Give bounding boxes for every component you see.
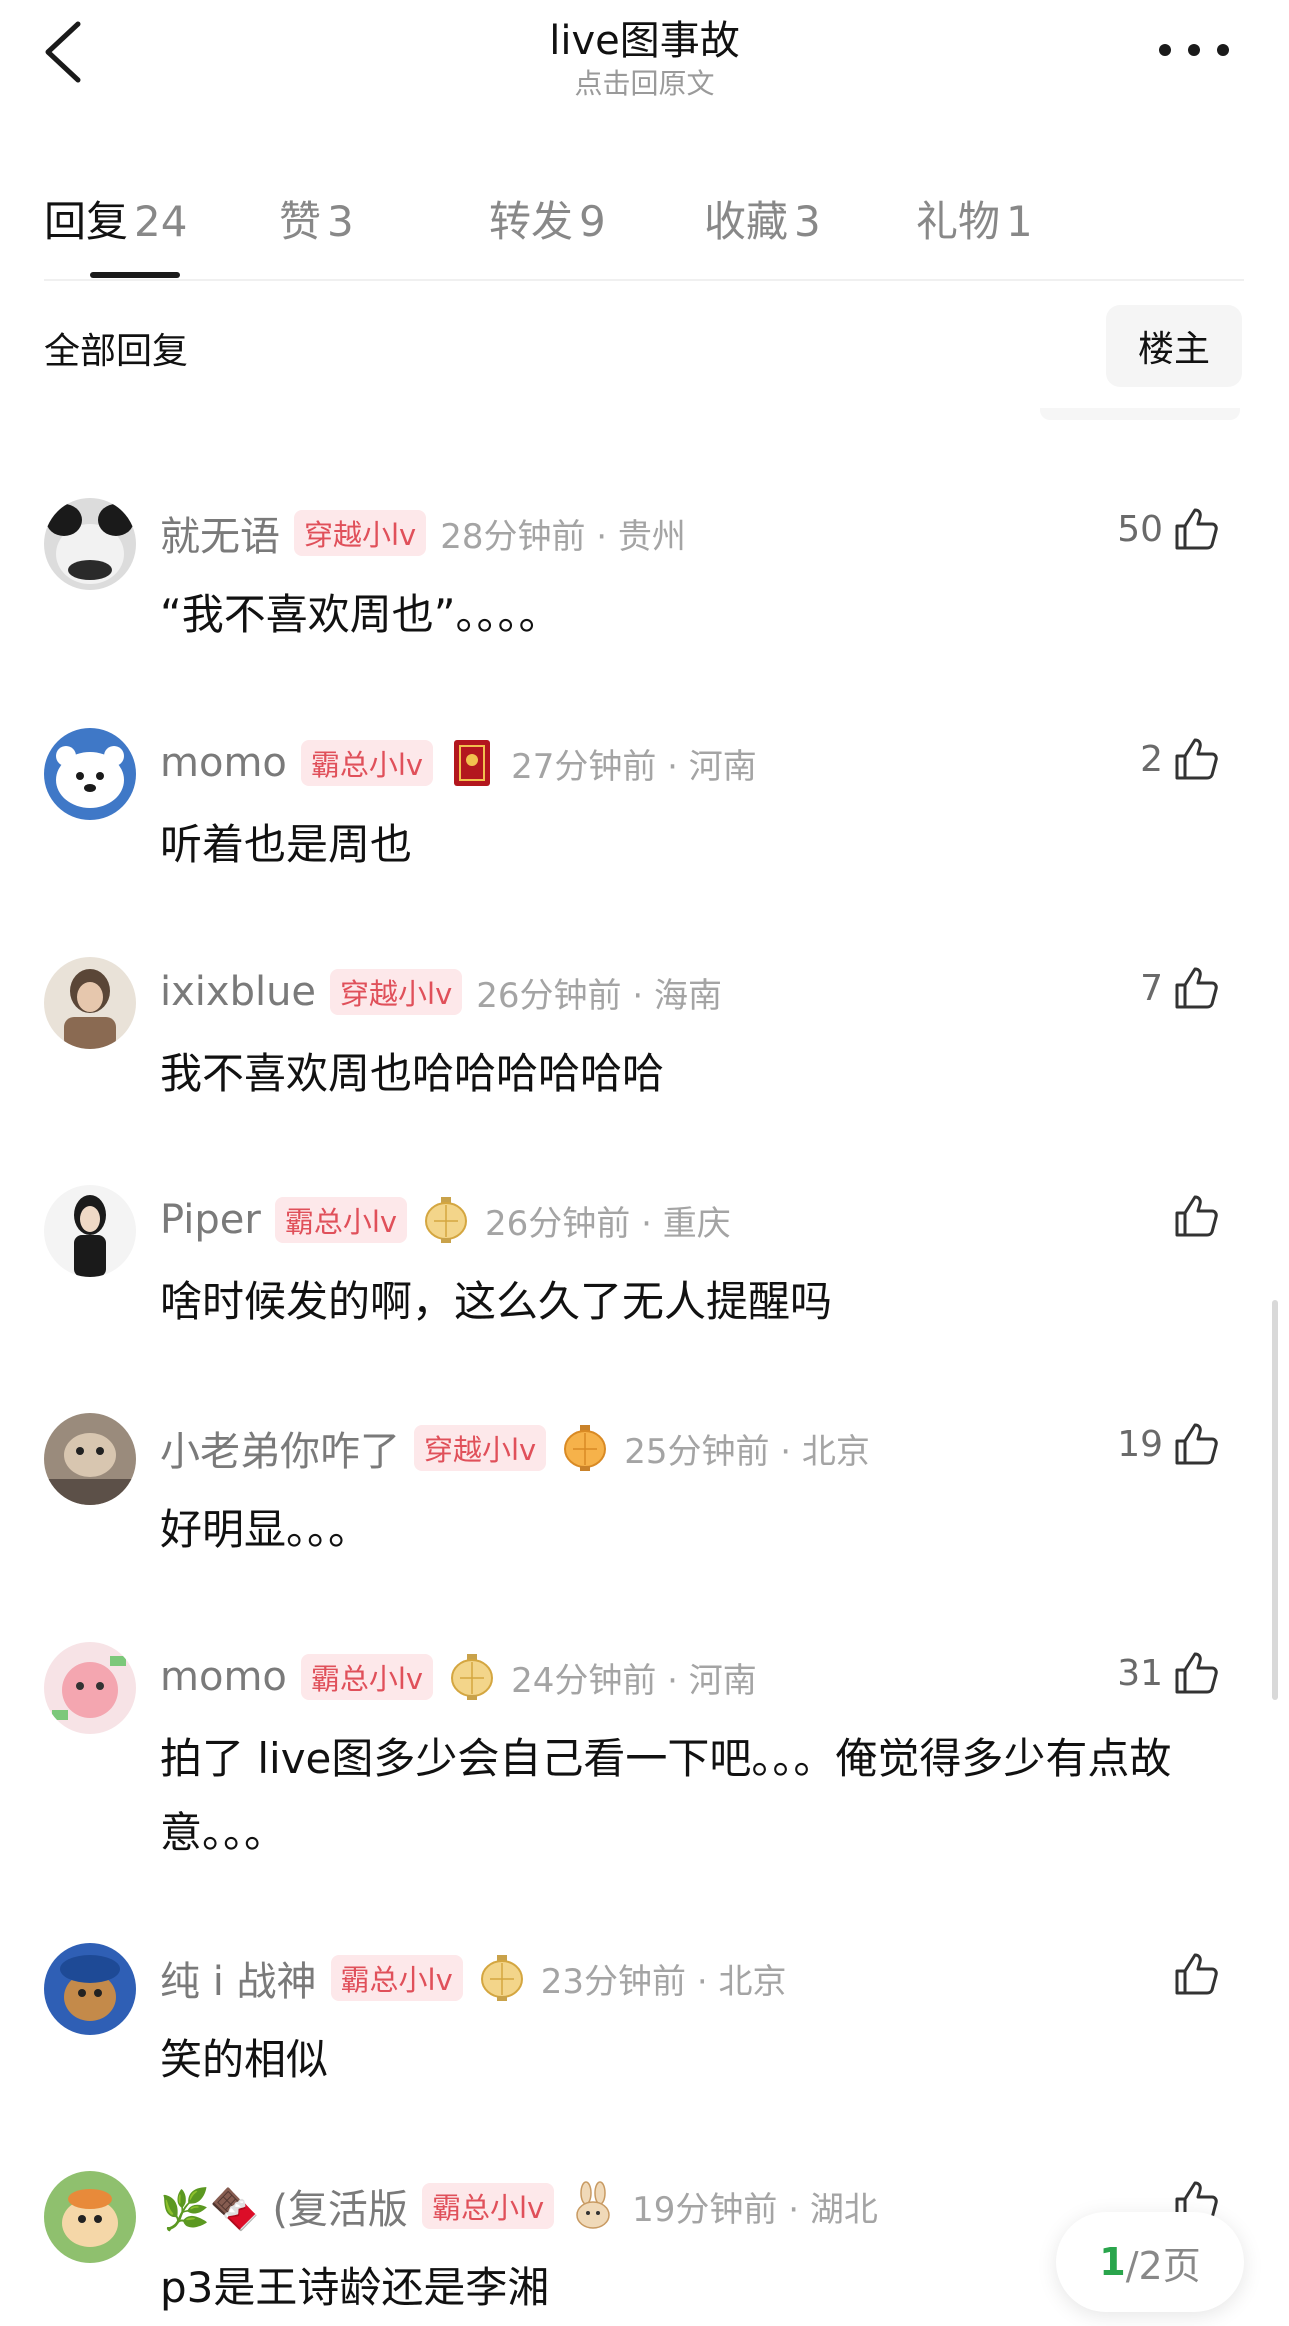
username[interactable]: momo [160,740,287,786]
thumbs-up-icon [1171,1419,1221,1469]
level-badge: 霸总小lv [421,2183,555,2229]
level-badge: 穿越小lv [330,969,463,1015]
tab-reposts[interactable]: 转发 9 [489,188,704,249]
username[interactable]: 小老弟你咋了 [160,1419,400,1477]
tab-favorites[interactable]: 收藏 3 [704,188,916,249]
tab-gifts[interactable]: 礼物 1 [916,188,1033,249]
like-count: 50 [1117,508,1163,550]
thumbs-up-icon [1171,1191,1221,1241]
like-count: 31 [1117,1652,1163,1694]
username[interactable]: Piper [160,1197,261,1243]
comment-text: 我不喜欢周也哈哈哈哈哈哈 [160,1049,665,1098]
divider [44,279,1244,281]
timestamp-location: 19分钟前 · 湖北 [632,2189,878,2230]
comment-text: 笑的相似 [160,2035,329,2084]
username[interactable]: 🌿🍫 (复活版 [160,2177,408,2235]
red-book-icon [447,738,497,788]
comment-text: 好明显。。。 [160,1505,371,1554]
avatar[interactable] [44,1943,136,2035]
lantern-icon [477,1953,527,2003]
like-button[interactable]: 2 [1140,728,1221,790]
timestamp-location: 23分钟前 · 北京 [540,1961,787,2002]
level-badge: 穿越小lv [294,510,427,556]
level-badge: 霸总小lv [300,740,434,786]
timestamp-location: 28分钟前 · 贵州 [440,516,686,557]
thumbs-up-icon [1171,1949,1221,1999]
tab-likes[interactable]: 赞3 [279,188,489,249]
avatar[interactable] [44,1642,136,1734]
scrollbar[interactable] [1272,1300,1278,1700]
comment-text: “我不喜欢周也”。。。。 [160,590,561,639]
avatar[interactable] [44,498,136,590]
username[interactable]: momo [160,1654,287,1700]
timestamp-location: 26分钟前 · 海南 [476,975,722,1016]
thumbs-up-icon [1171,734,1221,784]
total-pages: /2页 [1125,2243,1201,2288]
page-indicator[interactable]: 1/2页 [1056,2212,1244,2312]
timestamp-location: 27分钟前 · 河南 [511,746,757,787]
like-button[interactable]: 50 [1117,498,1221,560]
timestamp-location: 24分钟前 · 河南 [511,1660,757,1701]
lantern-icon [421,1195,471,1245]
like-count: 19 [1117,1423,1163,1465]
level-badge: 霸总小lv [274,1197,408,1243]
like-button[interactable]: 7 [1140,957,1221,1019]
thumbs-up-icon [1171,1648,1221,1698]
lantern-orange-icon [560,1423,610,1473]
level-badge: 穿越小lv [414,1425,547,1471]
avatar[interactable] [44,1185,136,1277]
level-badge: 霸总小lv [300,1654,434,1700]
timestamp-location: 25分钟前 · 北京 [624,1431,870,1472]
thumbs-up-icon [1171,504,1221,554]
level-badge: 霸总小lv [330,1955,463,2001]
comment-text: 拍了 live图多少会自己看一下吧。。。俺觉得多少有点故意。。。 [160,1734,1172,1857]
more-dots-icon [1159,44,1171,56]
avatar[interactable] [44,728,136,820]
like-button[interactable]: 19 [1117,1413,1221,1475]
comment-text: 听着也是周也 [160,820,413,869]
like-count: 7 [1140,967,1163,1009]
rabbit-icon [568,2181,618,2231]
more-options-button[interactable] [1159,40,1229,60]
page-title: live图事故 [549,18,740,64]
avatar[interactable] [44,1413,136,1505]
username[interactable]: 纯 i 战神 [160,1949,317,2007]
comment-text: 啥时候发的啊，这么久了无人提醒吗 [160,1277,833,1326]
avatar[interactable] [44,2171,136,2263]
like-count: 2 [1140,738,1163,780]
timestamp-location: 26分钟前 · 重庆 [485,1203,731,1244]
op-only-button[interactable]: 楼主 [1106,305,1242,387]
like-button[interactable]: 31 [1117,1642,1221,1704]
username[interactable]: ixixblue [160,969,316,1015]
username[interactable]: 就无语 [160,504,280,562]
avatar[interactable] [44,957,136,1049]
back-to-original-link[interactable]: 点击回原文 [0,62,1289,102]
current-page: 1 [1099,2240,1126,2284]
tab-bar: 回复 24 赞3 转发 9 收藏 3 礼物 1 [44,188,1033,249]
all-replies-label: 全部回复 [44,331,189,372]
active-tab-indicator [90,272,180,278]
tab-replies[interactable]: 回复 24 [44,188,279,249]
like-button[interactable] [1163,1943,1221,2005]
lantern-icon [447,1652,497,1702]
divider [1040,408,1240,420]
thumbs-up-icon [1171,963,1221,1013]
like-button[interactable] [1163,1185,1221,1247]
